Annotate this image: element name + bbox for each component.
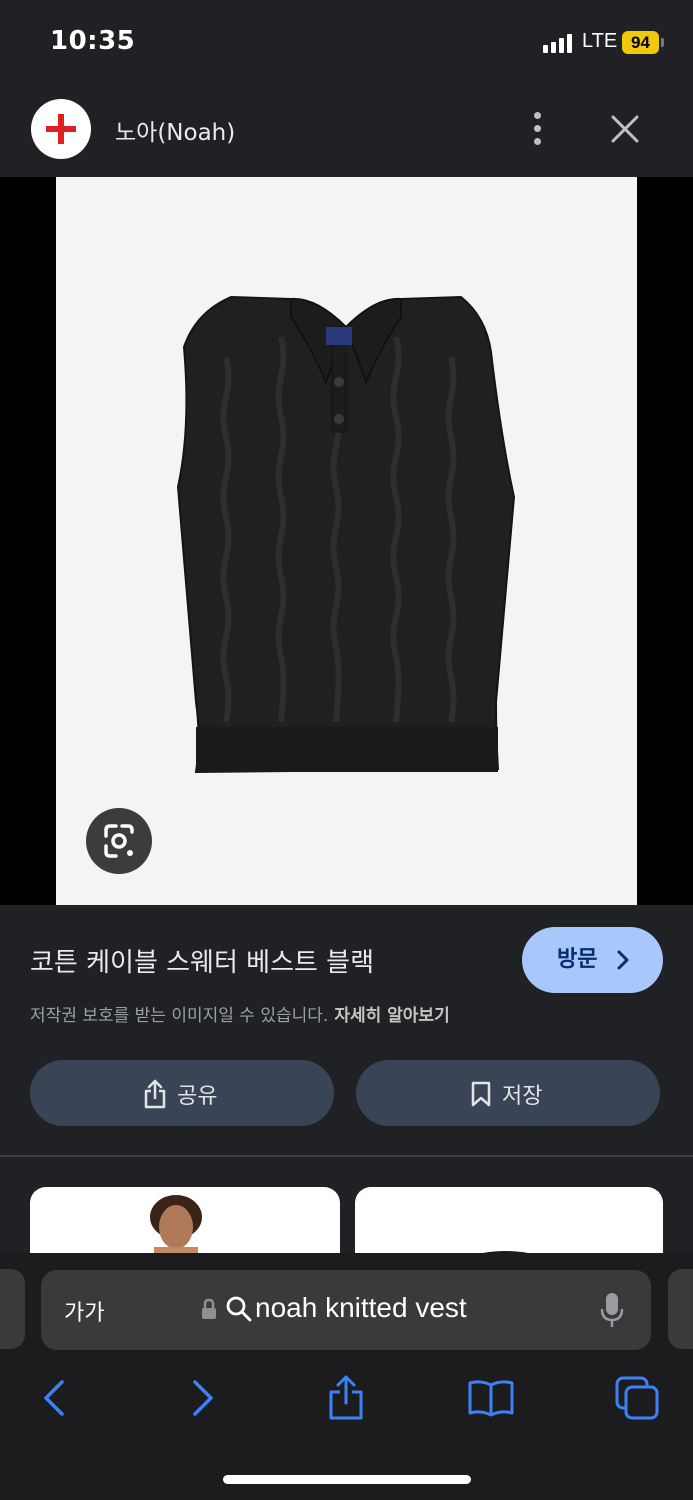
info-panel: 코튼 케이블 스웨터 베스트 블랙 방문 저작권 보호를 받는 이미지일 수 있… [0,905,693,1155]
signal-icon [543,33,577,53]
vest-illustration [176,295,516,774]
close-icon[interactable] [608,112,642,146]
battery-icon: 94 [622,31,659,54]
status-bar: 10:35 LTE 94 [0,0,693,80]
site-header: 노아(Noah) [0,80,693,177]
copyright-text: 저작권 보호를 받는 이미지일 수 있습니다. [30,1006,329,1026]
google-lens-button[interactable] [86,808,152,874]
bookmark-icon [471,1081,491,1107]
save-label: 저장 [502,1084,543,1109]
bookmarks-icon[interactable] [466,1373,516,1423]
image-viewer [0,177,693,905]
save-button[interactable]: 저장 [356,1060,660,1126]
chevron-right-icon [617,950,629,970]
product-title: 코튼 케이블 스웨터 베스트 블랙 [30,948,375,978]
copyright-note: 저작권 보호를 받는 이미지일 수 있습니다. 자세히 알아보기 [30,1001,450,1026]
share-icon[interactable] [321,1373,371,1423]
forward-icon[interactable] [178,1373,228,1423]
lock-icon [202,1298,216,1319]
battery-nub [661,38,664,47]
status-time: 10:35 [50,26,136,56]
home-indicator[interactable] [223,1475,471,1484]
browser-bottom-bar: 가가 noah knitted vest [0,1253,693,1500]
address-bar[interactable]: 가가 noah knitted vest [41,1270,651,1350]
search-icon [226,1296,252,1322]
next-tab-preview[interactable] [668,1269,693,1349]
visit-label: 방문 [557,947,598,972]
more-options-icon[interactable] [528,112,548,146]
share-button[interactable]: 공유 [30,1060,334,1126]
url-text[interactable]: noah knitted vest [255,1292,467,1324]
site-logo[interactable] [31,99,91,159]
network-label: LTE [582,30,618,52]
learn-more-link[interactable]: 자세히 알아보기 [334,1006,449,1026]
text-size-button[interactable]: 가가 [64,1295,104,1327]
back-icon[interactable] [29,1373,79,1423]
microphone-icon[interactable] [599,1291,625,1329]
site-name[interactable]: 노아(Noah) [115,113,235,147]
previous-tab-preview[interactable] [0,1269,25,1349]
divider [0,1155,693,1157]
share-label: 공유 [177,1084,218,1109]
lens-icon [104,824,134,858]
share-icon [144,1079,166,1109]
visit-button[interactable]: 방문 [522,927,663,993]
tabs-icon[interactable] [612,1373,662,1423]
product-image[interactable] [56,177,637,905]
